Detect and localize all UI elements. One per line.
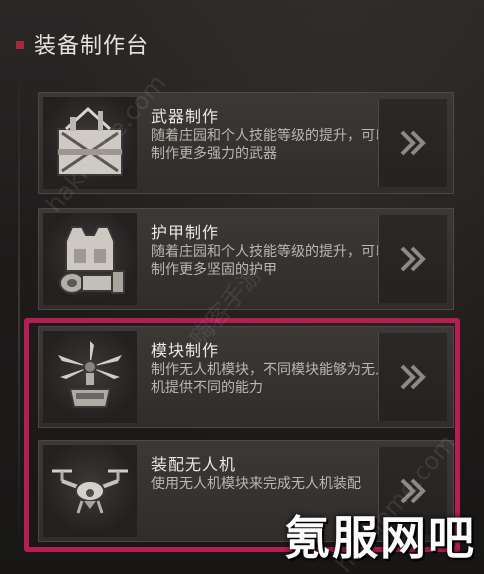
card-description: 随着庄园和个人技能等级的提升，可以制作更多坚固的护甲 xyxy=(151,244,389,278)
enter-button[interactable] xyxy=(378,215,447,303)
drone-module-icon xyxy=(43,331,137,423)
crafting-panel: 装备制作台 武器制作 随着庄园和个人技能等级的提升，可以制作更多强力的武器 护甲… xyxy=(0,0,484,574)
card-title: 护甲制作 xyxy=(151,223,220,242)
double-chevron-right-icon xyxy=(400,130,426,156)
header-marker xyxy=(16,41,24,49)
panel-header: 装备制作台 xyxy=(16,26,149,62)
double-chevron-right-icon xyxy=(400,364,426,390)
enter-button[interactable] xyxy=(378,99,447,187)
card-title: 装配无人机 xyxy=(151,455,237,474)
card-description: 随着庄园和个人技能等级的提升，可以制作更多强力的武器 xyxy=(151,128,389,162)
drone-icon xyxy=(43,445,137,537)
card-title: 武器制作 xyxy=(151,107,220,126)
card-description: 使用无人机模块来完成无人机装配 xyxy=(151,476,361,492)
enter-button[interactable] xyxy=(378,333,447,421)
card-module-crafting[interactable]: 模块制作 制作无人机模块，不同模块能够为无人机提供不同的能力 xyxy=(38,326,454,428)
brand-watermark: 氪服网吧 xyxy=(284,511,476,565)
page-title: 装备制作台 xyxy=(34,34,150,59)
armor-vest-icon xyxy=(43,213,137,305)
card-description: 制作无人机模块，不同模块能够为无人机提供不同的能力 xyxy=(151,362,389,396)
double-chevron-right-icon xyxy=(400,246,426,272)
panel-edge-line xyxy=(18,60,20,560)
